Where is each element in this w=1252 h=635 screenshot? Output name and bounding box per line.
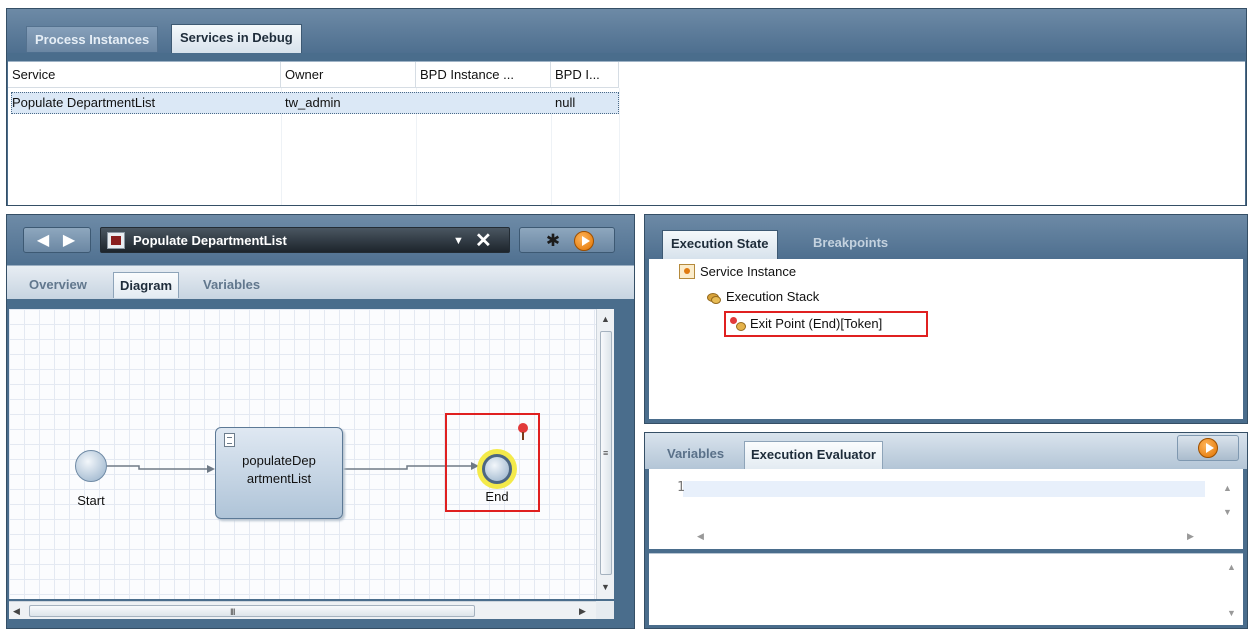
tab-variables[interactable]: Variables	[197, 272, 266, 298]
execution-evaluator-panel: Variables Execution Evaluator 1 ▲ ▼ ◀ ▶ …	[644, 432, 1248, 629]
service-name: Populate DepartmentList	[133, 233, 287, 248]
scroll-up-icon[interactable]: ▲	[1227, 562, 1236, 572]
back-arrow-icon[interactable]: ◀	[34, 232, 52, 249]
column-header-owner[interactable]: Owner	[281, 62, 416, 88]
run-icon[interactable]	[574, 231, 594, 251]
services-tab-strip: Process Instances Services in Debug	[7, 9, 1246, 53]
history-nav: ◀ ▶	[23, 227, 91, 253]
current-line-highlight	[683, 481, 1205, 497]
dropdown-arrow-icon[interactable]: ▼	[453, 228, 464, 254]
services-in-debug-panel: Process Instances Services in Debug Serv…	[6, 8, 1247, 206]
diagram-canvas[interactable]: Start populateDep artmentList End	[9, 309, 596, 599]
diagram-subtabs: Overview Diagram Variables	[7, 265, 634, 299]
diagram-toolbar: ◀ ▶ Populate DepartmentList ▼ ✕ ✱	[7, 215, 634, 265]
execution-state-panel: Execution State Breakpoints Service Inst…	[644, 214, 1248, 424]
scroll-up-icon[interactable]: ▲	[1223, 483, 1232, 493]
tab-process-instances[interactable]: Process Instances	[26, 26, 159, 52]
scroll-right-icon[interactable]: ▶	[579, 605, 586, 617]
execution-tree: Service Instance Execution Stack Exit Po…	[649, 259, 1243, 419]
horizontal-scrollbar[interactable]: ◀ III ▶	[9, 601, 596, 619]
start-label: Start	[77, 493, 105, 508]
expression-editor[interactable]: 1 ▲ ▼ ◀ ▶	[649, 469, 1243, 549]
tree-item-exit-point[interactable]: Exit Point (End)[Token]	[729, 315, 882, 333]
service-selector[interactable]: Populate DepartmentList ▼ ✕	[100, 227, 510, 253]
tab-execution-state[interactable]: Execution State	[662, 230, 778, 259]
tab-services-in-debug[interactable]: Services in Debug	[171, 24, 302, 53]
services-table: Service Owner BPD Instance ... BPD I... …	[8, 61, 1245, 205]
scroll-grip: ≡	[603, 448, 609, 458]
run-icon[interactable]	[1198, 438, 1218, 458]
horizontal-scroll-thumb[interactable]: III	[29, 605, 475, 617]
cell-service[interactable]: Populate DepartmentList	[8, 92, 281, 114]
close-icon[interactable]: ✕	[475, 228, 492, 254]
line-number: 1	[677, 480, 685, 495]
column-header-bpd-instance[interactable]: BPD Instance ...	[416, 62, 551, 88]
column-divider	[619, 88, 620, 205]
scroll-left-icon[interactable]: ◀	[697, 531, 704, 541]
tree-item-execution-stack[interactable]: Execution Stack	[705, 288, 819, 306]
tab-breakpoints[interactable]: Breakpoints	[805, 230, 896, 259]
vertical-scrollbar[interactable]: ▲ ≡ ▼	[596, 309, 614, 599]
scroll-corner	[596, 601, 614, 619]
debug-bug-icon[interactable]: ✱	[542, 231, 564, 251]
tree-item-label: Execution Stack	[726, 289, 820, 304]
task-label: populateDep artmentList	[242, 453, 316, 486]
evaluator-output[interactable]: ▲ ▼	[649, 553, 1243, 625]
tab-overview[interactable]: Overview	[23, 272, 93, 298]
end-label: End	[485, 489, 509, 504]
column-header-service[interactable]: Service	[8, 62, 281, 88]
scroll-down-icon[interactable]: ▼	[1223, 507, 1232, 517]
execution-stack-icon	[705, 289, 721, 304]
tree-item-service-instance[interactable]: Service Instance	[679, 263, 796, 281]
cell-owner[interactable]: tw_admin	[281, 92, 416, 114]
cell-bpd-instance[interactable]	[416, 92, 551, 114]
scroll-down-icon[interactable]: ▼	[601, 581, 610, 593]
tab-execution-evaluator[interactable]: Execution Evaluator	[744, 441, 883, 469]
scroll-left-icon[interactable]: ◀	[13, 605, 20, 617]
task-populate-department-list[interactable]: populateDep artmentList	[215, 427, 343, 519]
diagram-panel: ◀ ▶ Populate DepartmentList ▼ ✕ ✱ Overvi…	[6, 214, 635, 629]
column-header-bpd-id[interactable]: BPD I...	[551, 62, 619, 88]
tree-item-label: Service Instance	[700, 264, 797, 279]
service-diagram-icon	[107, 232, 125, 249]
tab-variables[interactable]: Variables	[661, 441, 730, 467]
cell-bpd-id[interactable]: null	[551, 92, 619, 114]
script-task-icon	[224, 433, 235, 447]
breakpoint-pin-icon[interactable]	[517, 423, 529, 445]
debug-controls: ✱	[519, 227, 615, 253]
token-icon	[729, 316, 746, 331]
end-event-circle	[482, 454, 512, 484]
forward-arrow-icon[interactable]: ▶	[60, 232, 78, 249]
vertical-scroll-thumb[interactable]: ≡	[600, 331, 612, 575]
execution-tab-strip: Execution State Breakpoints	[645, 215, 1247, 259]
tree-item-label: Exit Point (End)[Token]	[750, 316, 883, 331]
evaluate-button[interactable]	[1177, 435, 1239, 461]
scroll-up-icon[interactable]: ▲	[601, 313, 610, 325]
scroll-grip: III	[230, 607, 235, 617]
scroll-right-icon[interactable]: ▶	[1187, 531, 1194, 541]
tab-diagram[interactable]: Diagram	[113, 272, 180, 298]
start-event[interactable]	[75, 450, 107, 482]
evaluator-tab-strip: Variables Execution Evaluator	[645, 433, 1247, 469]
scroll-down-icon[interactable]: ▼	[1227, 608, 1236, 618]
service-instance-icon	[679, 264, 695, 279]
